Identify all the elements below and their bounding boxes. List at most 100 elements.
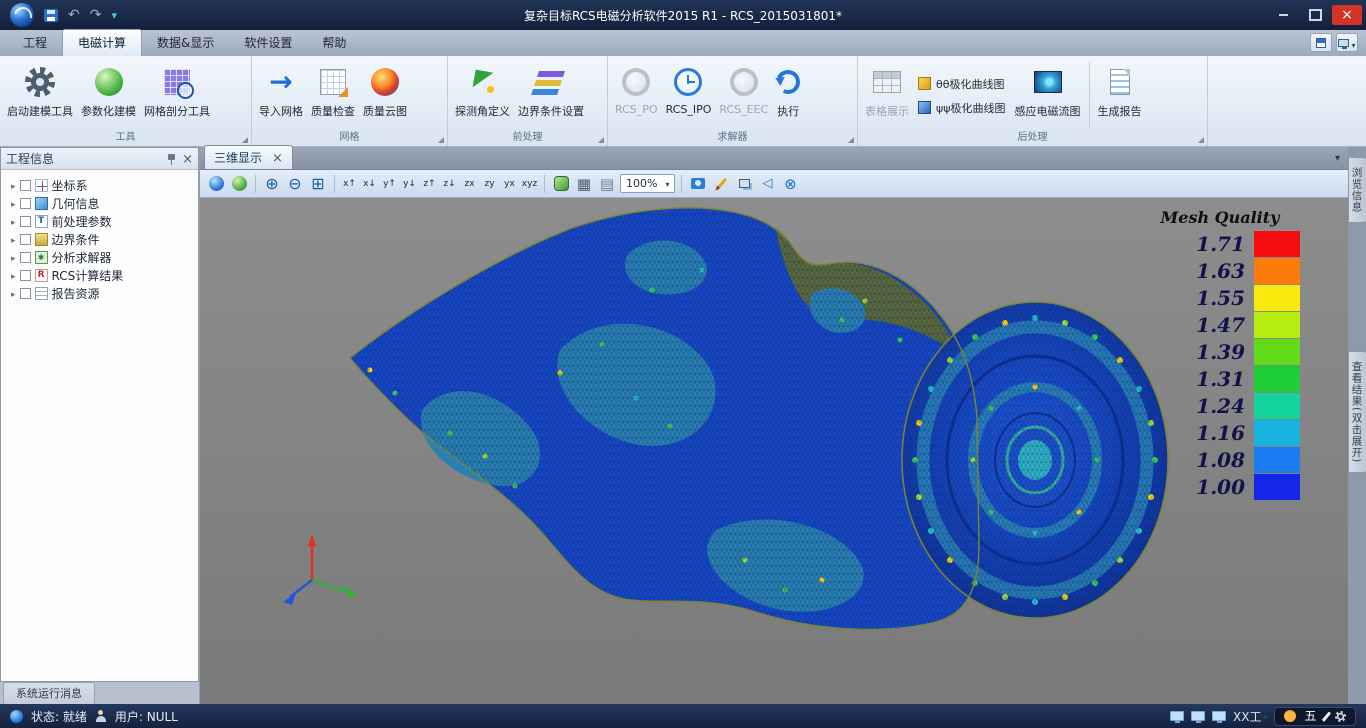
ime-toolbar[interactable]: 五	[1274, 707, 1356, 726]
display-icon[interactable]	[1170, 711, 1184, 721]
undo-icon[interactable]: ↶	[68, 8, 80, 22]
expand-arrow-icon[interactable]	[11, 214, 16, 228]
group-inner-separator	[1089, 62, 1090, 129]
legend-swatch	[1254, 285, 1300, 311]
redo-icon[interactable]: ↷	[90, 8, 102, 22]
view-z-down-button[interactable]: z↓	[441, 175, 458, 193]
expand-arrow-icon[interactable]	[11, 178, 16, 192]
disabled-circle-icon	[730, 68, 758, 96]
checkbox[interactable]	[20, 180, 31, 191]
grid-view-icon[interactable]	[597, 174, 617, 194]
view-x-up-button[interactable]: x↑	[341, 175, 358, 193]
expand-arrow-icon[interactable]	[11, 196, 16, 210]
display-icon[interactable]	[1212, 711, 1226, 721]
system-message-tab[interactable]: 系统运行消息	[3, 682, 95, 704]
view-x-down-button[interactable]: x↓	[361, 175, 378, 193]
shaded-ball-icon[interactable]	[229, 174, 249, 194]
view-iso-button[interactable]: xyz	[521, 175, 538, 193]
minimize-button[interactable]	[1268, 5, 1298, 25]
close-tab-icon[interactable]	[272, 151, 283, 165]
ime-settings-icon[interactable]	[1335, 711, 1346, 722]
theta-polarization-curve-button[interactable]: θθ极化曲线图	[918, 76, 1006, 92]
checkbox[interactable]	[20, 198, 31, 209]
checkbox[interactable]	[20, 288, 31, 299]
tab-em-compute[interactable]: 电磁计算	[62, 29, 142, 56]
shaded-view-icon[interactable]	[551, 174, 571, 194]
tree-item-geometry-info[interactable]: 几何信息	[3, 194, 196, 212]
close-view-icon[interactable]	[780, 174, 800, 194]
3d-display-tab[interactable]: 三维显示	[204, 145, 293, 169]
tree-item-coordinate-system[interactable]: 坐标系	[3, 176, 196, 194]
tab-settings[interactable]: 软件设置	[229, 30, 307, 56]
expand-arrow-icon[interactable]	[11, 250, 16, 264]
probe-angle-button[interactable]: 探测角定义	[452, 60, 513, 131]
tab-help[interactable]: 帮助	[307, 30, 361, 56]
import-mesh-button[interactable]: 导入网格	[256, 60, 306, 131]
close-panel-icon[interactable]	[182, 152, 193, 166]
view-results-vertical-tab[interactable]: 查看结果(双击展开)	[1348, 351, 1366, 473]
expand-arrow-icon[interactable]	[11, 232, 16, 246]
pin-icon[interactable]	[167, 153, 176, 165]
view-z-up-button[interactable]: z↑	[421, 175, 438, 193]
tree-item-rcs-results[interactable]: RCS计算结果	[3, 266, 196, 284]
wireframe-view-icon[interactable]	[574, 174, 594, 194]
save-icon[interactable]	[44, 9, 58, 22]
browse-info-vertical-tab[interactable]: 浏览信息	[1348, 157, 1366, 223]
export-view-icon[interactable]	[757, 174, 777, 194]
launch-modeling-tool-button[interactable]: 启动建模工具	[4, 60, 76, 131]
view-y-up-button[interactable]: y↑	[381, 175, 398, 193]
close-button[interactable]	[1332, 5, 1362, 25]
toolbar-separator	[334, 175, 335, 193]
tree-item-report-resources[interactable]: 报告资源	[3, 284, 196, 302]
tree-item-boundary-conditions[interactable]: 边界条件	[3, 230, 196, 248]
ime-logo-icon[interactable]	[1284, 710, 1296, 722]
maximize-button[interactable]	[1300, 5, 1330, 25]
tray-label[interactable]: XX工	[1233, 708, 1267, 725]
checkbox[interactable]	[20, 216, 31, 227]
psi-polarization-curve-button[interactable]: ψψ极化曲线图	[918, 100, 1006, 116]
quick-access-caret-icon[interactable]: ▾	[111, 9, 117, 22]
ime-pen-icon[interactable]	[1321, 711, 1330, 721]
legend-row: 1.39	[1140, 338, 1300, 365]
quality-contour-button[interactable]: 质量云图	[360, 60, 410, 131]
statusbar-right: XX工 五	[1170, 707, 1356, 726]
layers-icon[interactable]	[734, 174, 754, 194]
ime-mode-label[interactable]: 五	[1304, 710, 1316, 722]
app-logo-icon[interactable]	[10, 3, 34, 27]
user-icon	[95, 710, 107, 722]
view-y-down-button[interactable]: y↓	[401, 175, 418, 193]
checkbox[interactable]	[20, 252, 31, 263]
expand-arrow-icon[interactable]	[11, 286, 16, 300]
tab-data-display[interactable]: 数据&显示	[142, 30, 229, 56]
display-mode-icon[interactable]	[1336, 33, 1358, 52]
tree-item-analysis-solver[interactable]: 分析求解器	[3, 248, 196, 266]
tree-item-preprocess-params[interactable]: 前处理参数	[3, 212, 196, 230]
measure-pen-icon[interactable]	[711, 174, 731, 194]
3d-viewport[interactable]: Mesh Quality 1.71 1.63 1.55 1.47 1.39 1.…	[200, 198, 1348, 704]
zoom-out-icon[interactable]	[285, 174, 305, 194]
checkbox[interactable]	[20, 270, 31, 281]
tab-list-chevron-icon[interactable]	[1335, 146, 1340, 165]
zoom-select[interactable]: 100%	[620, 174, 675, 193]
tab-project[interactable]: 工程	[8, 30, 62, 56]
display-icon[interactable]	[1191, 711, 1205, 721]
capture-icon[interactable]	[688, 174, 708, 194]
parametric-modeling-button[interactable]: 参数化建模	[78, 60, 139, 131]
zoom-in-icon[interactable]	[262, 174, 282, 194]
panel-toggle-icon[interactable]	[1310, 33, 1332, 52]
view-zx-button[interactable]: zx	[461, 175, 478, 193]
generate-report-button[interactable]: 生成报告	[1095, 60, 1145, 131]
clock-icon	[674, 68, 702, 96]
expand-arrow-icon[interactable]	[11, 268, 16, 282]
orbit-icon[interactable]	[206, 174, 226, 194]
mesh-partition-tool-button[interactable]: 网格剖分工具	[141, 60, 213, 131]
quality-check-button[interactable]: 质量检查	[308, 60, 358, 131]
execute-button[interactable]: 执行	[773, 60, 803, 131]
zoom-window-icon[interactable]	[308, 174, 328, 194]
checkbox[interactable]	[20, 234, 31, 245]
view-zy-button[interactable]: zy	[481, 175, 498, 193]
boundary-condition-button[interactable]: 边界条件设置	[515, 60, 587, 131]
view-yx-button[interactable]: yx	[501, 175, 518, 193]
rcs-ipo-button[interactable]: RCS_IPO	[663, 60, 715, 131]
induced-current-map-button[interactable]: 感应电磁流图	[1012, 60, 1084, 131]
